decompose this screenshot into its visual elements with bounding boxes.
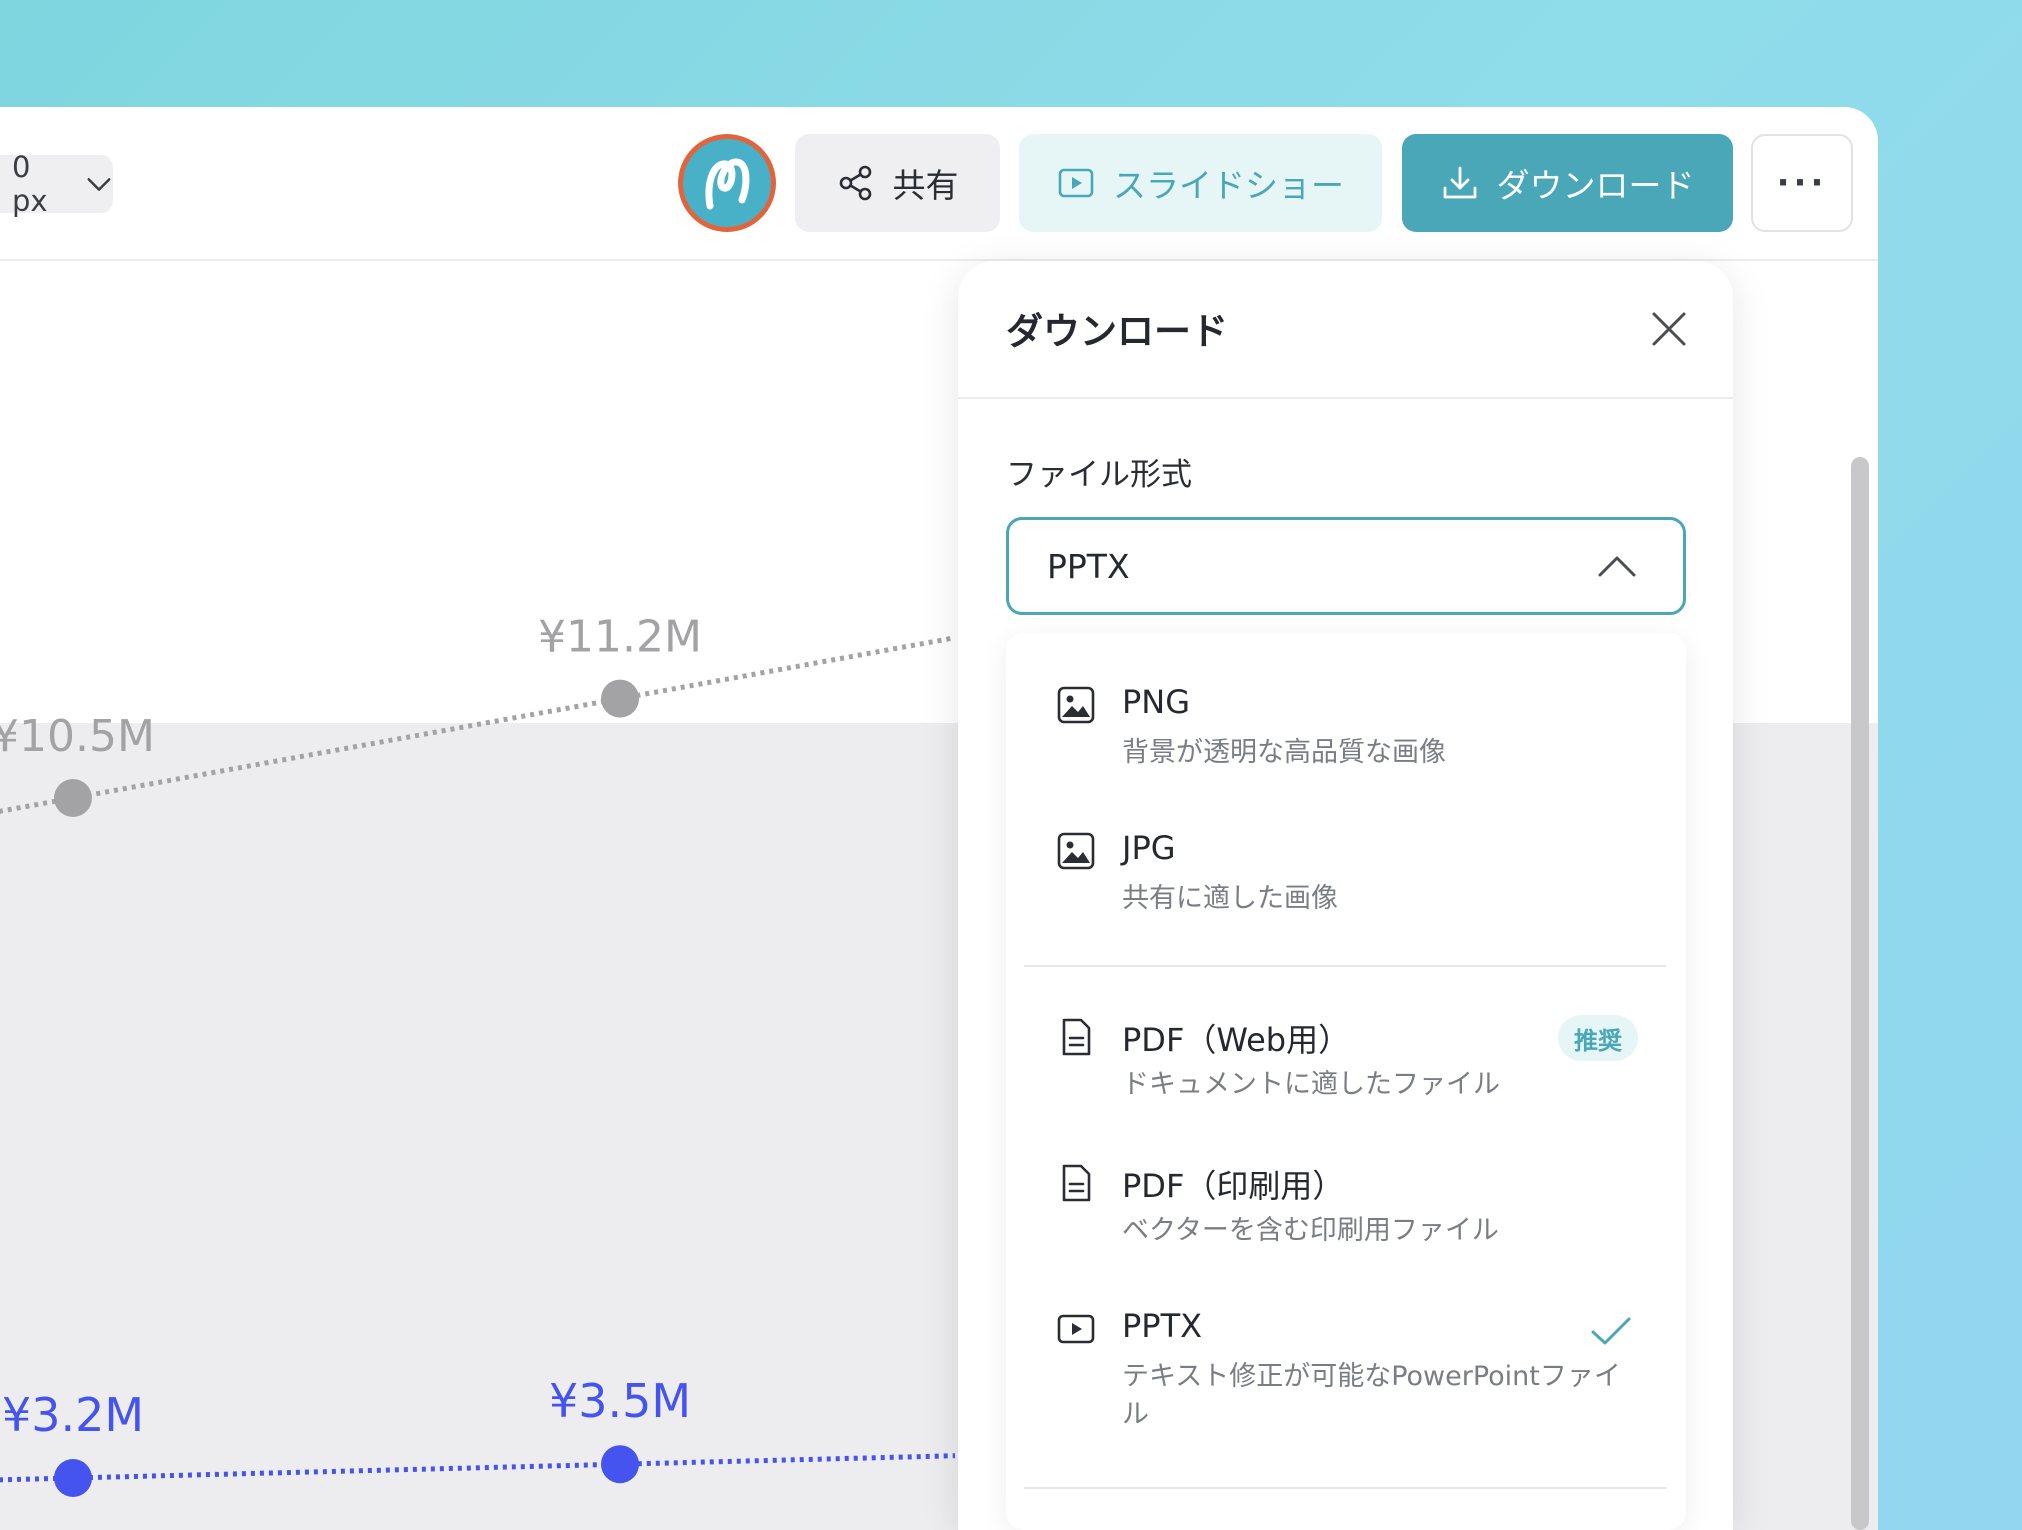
series-line [0, 1453, 956, 1483]
document-icon [1062, 1164, 1091, 1202]
menu-divider [1024, 1487, 1666, 1489]
panel-title: ダウンロード [1006, 310, 1228, 353]
option-title: PPTX [1122, 1307, 1203, 1345]
close-icon[interactable] [1646, 306, 1692, 352]
option-pptx[interactable]: PPTX テキスト修正が可能なPowerPointファイル [1006, 1295, 1686, 1465]
selected-format: PPTX [1047, 546, 1130, 586]
data-label: ¥3.5M [549, 1374, 691, 1428]
download-panel: ダウンロード ファイル形式 PPTX PNG 背景が透明な高品質な画像 JPG … [958, 261, 1733, 1530]
option-title: PDF（Web用） [1122, 1021, 1351, 1059]
panel-header: ダウンロード [958, 261, 1733, 399]
option-title: PNG [1122, 683, 1191, 721]
option-title: PDF（印刷用） [1122, 1167, 1345, 1205]
option-pdf-print[interactable]: PDF（印刷用） ベクターを含む印刷用ファイル [1006, 1149, 1686, 1279]
option-description: ドキュメントに適したファイル [1122, 1069, 1500, 1100]
image-icon [1057, 686, 1095, 724]
file-format-menu: PNG 背景が透明な高品質な画像 JPG 共有に適した画像 PDF（Web用） … [1006, 633, 1686, 1530]
option-description: 背景が透明な高品質な画像 [1122, 737, 1446, 768]
option-pdf-web[interactable]: PDF（Web用） 推奨 ドキュメントに適したファイル [1006, 1003, 1686, 1133]
check-icon [1591, 1317, 1631, 1345]
chevron-up-icon [1598, 556, 1636, 577]
play-icon [1057, 1314, 1095, 1344]
menu-divider [1024, 965, 1666, 967]
option-description: ベクターを含む印刷用ファイル [1122, 1215, 1499, 1246]
image-icon [1057, 832, 1095, 870]
option-title: JPG [1122, 829, 1176, 867]
file-format-select[interactable]: PPTX [1006, 517, 1686, 615]
data-point [54, 1459, 92, 1497]
data-label: ¥3.2M [2, 1388, 144, 1442]
option-png[interactable]: PNG 背景が透明な高品質な画像 [1006, 671, 1686, 801]
data-point [601, 1445, 639, 1484]
data-point [601, 679, 639, 718]
option-jpg[interactable]: JPG 共有に適した画像 [1006, 817, 1686, 947]
data-point [54, 779, 92, 817]
document-icon [1062, 1018, 1091, 1056]
recommended-badge: 推奨 [1558, 1015, 1638, 1061]
vertical-scrollbar[interactable] [1851, 457, 1869, 1530]
data-label: ¥10.5M [0, 711, 155, 762]
data-label: ¥11.2M [538, 612, 702, 663]
option-description: 共有に適した画像 [1122, 883, 1338, 914]
file-format-label: ファイル形式 [1006, 457, 1192, 493]
option-description: テキスト修正が可能なPowerPointファイル [1122, 1361, 1621, 1430]
